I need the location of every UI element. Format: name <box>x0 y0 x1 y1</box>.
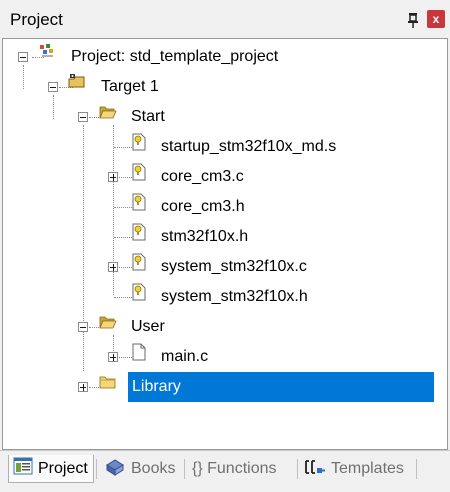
tree-group-user[interactable]: User <box>131 316 165 338</box>
folder-closed-icon <box>99 374 117 392</box>
close-icon[interactable]: x <box>427 10 445 28</box>
source-file-icon <box>130 282 148 301</box>
file-icon <box>130 342 148 361</box>
collapse-toggle-icon[interactable] <box>18 52 28 62</box>
folder-open-icon <box>99 104 117 122</box>
expand-toggle-icon[interactable] <box>78 382 88 392</box>
panel-titlebar: Project x <box>0 0 450 38</box>
collapse-toggle-icon[interactable] <box>78 322 88 332</box>
project-icon <box>39 43 57 61</box>
source-file-icon <box>130 222 148 241</box>
tree-file[interactable]: core_cm3.h <box>161 196 245 218</box>
tree-file[interactable]: system_stm32f10x.h <box>161 286 308 308</box>
tab-label: Project <box>38 459 88 477</box>
tab-label: Books <box>131 460 176 477</box>
tree-file[interactable]: core_cm3.c <box>161 166 244 188</box>
functions-icon: {} Functions <box>192 460 277 477</box>
tab-functions[interactable]: {} Functions <box>188 455 296 483</box>
source-file-icon <box>130 252 148 271</box>
expand-toggle-icon[interactable] <box>108 352 118 362</box>
expand-toggle-icon[interactable] <box>108 172 118 182</box>
tab-templates[interactable]: Templates <box>300 455 412 483</box>
tab-divider <box>416 459 417 479</box>
expand-toggle-icon[interactable] <box>108 262 118 272</box>
project-tree: Project: std_template_project Target 1 S… <box>2 38 448 450</box>
source-file-icon <box>130 132 148 151</box>
tree-line <box>83 125 84 371</box>
collapse-toggle-icon[interactable] <box>78 112 88 122</box>
tree-group-library[interactable]: Library <box>128 372 434 402</box>
tree-item-target[interactable]: Target 1 <box>101 76 159 98</box>
source-file-icon <box>130 162 148 181</box>
tree-file[interactable]: startup_stm32f10x_md.s <box>161 136 336 158</box>
tree-file[interactable]: main.c <box>161 346 208 368</box>
tree-group-start[interactable]: Start <box>131 106 165 128</box>
tree-item-project[interactable]: Project: std_template_project <box>71 46 278 68</box>
tab-divider <box>184 459 185 479</box>
tree-line <box>23 65 24 89</box>
tab-books[interactable]: Books <box>100 455 182 483</box>
tree-line <box>53 95 54 119</box>
tab-divider <box>297 459 298 479</box>
target-icon <box>68 73 86 91</box>
tab-label: Templates <box>331 460 404 477</box>
tab-project[interactable]: Project <box>8 455 94 483</box>
collapse-toggle-icon[interactable] <box>48 82 58 92</box>
tab-divider <box>96 459 97 479</box>
source-file-icon <box>130 192 148 211</box>
tree-file[interactable]: system_stm32f10x.c <box>161 256 307 278</box>
pin-icon[interactable] <box>404 10 422 30</box>
panel-tabs: Project Books {} Functions Templates <box>0 450 450 492</box>
panel-title: Project <box>10 10 63 29</box>
books-icon <box>104 457 126 482</box>
folder-open-icon <box>99 314 117 332</box>
templates-icon <box>304 458 326 481</box>
project-tab-icon <box>13 457 33 480</box>
tree-file[interactable]: stm32f10x.h <box>161 226 248 248</box>
